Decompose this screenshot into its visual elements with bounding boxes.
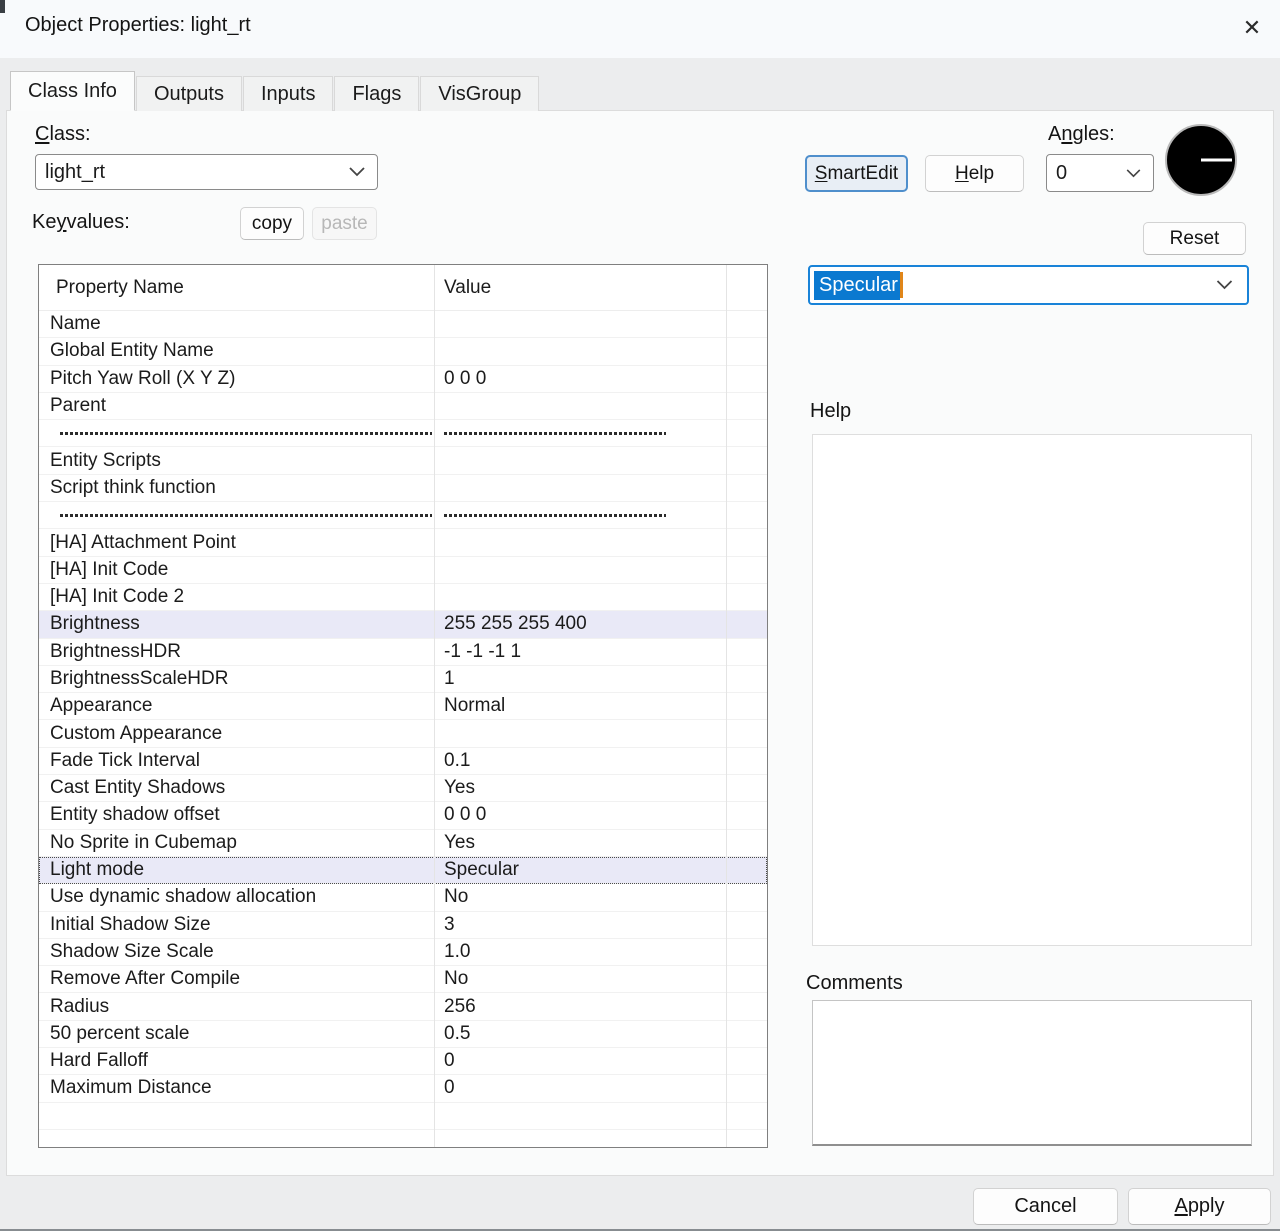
property-table-header: Property Name Value: [39, 265, 767, 311]
property-row[interactable]: [HA] Init Code 2: [39, 584, 767, 611]
property-row[interactable]: Fade Tick Interval0.1: [39, 748, 767, 775]
property-row[interactable]: Remove After CompileNo: [39, 966, 767, 993]
tab-class-info[interactable]: Class Info: [10, 71, 135, 111]
tab-flags[interactable]: Flags: [334, 76, 419, 111]
property-row[interactable]: [HA] Init Code: [39, 557, 767, 584]
tab-inputs[interactable]: Inputs: [243, 76, 333, 111]
paste-button: paste: [312, 207, 377, 240]
property-row[interactable]: AppearanceNormal: [39, 693, 767, 720]
property-row[interactable]: Custom Appearance: [39, 720, 767, 747]
help-content-box: [812, 434, 1252, 946]
chevron-down-icon: [1126, 169, 1141, 178]
property-row[interactable]: Entity Scripts: [39, 447, 767, 474]
empty-row: [39, 1130, 767, 1148]
property-row[interactable]: BrightnessHDR-1 -1 -1 1: [39, 639, 767, 666]
empty-row: [39, 1103, 767, 1130]
angles-dropdown[interactable]: 0: [1046, 154, 1154, 192]
smartedit-button[interactable]: SmartEdit: [805, 155, 908, 192]
property-row[interactable]: Radius256: [39, 993, 767, 1020]
column-divider: [726, 265, 727, 1147]
property-row[interactable]: Pitch Yaw Roll (X Y Z)0 0 0: [39, 366, 767, 393]
property-row[interactable]: BrightnessScaleHDR1: [39, 666, 767, 693]
property-row[interactable]: Maximum Distance0: [39, 1075, 767, 1102]
column-divider: [434, 265, 435, 1147]
tab-visgroup[interactable]: VisGroup: [420, 76, 539, 111]
angles-dropdown-value: 0: [1056, 162, 1067, 185]
class-dropdown[interactable]: light_rt: [35, 154, 378, 190]
property-table: Property Name Value NameGlobal Entity Na…: [38, 264, 768, 1148]
class-dropdown-value: light_rt: [45, 161, 105, 184]
angles-label: Angles:: [1048, 123, 1115, 146]
reset-button[interactable]: Reset: [1143, 222, 1246, 255]
screen-corner-artifact: [0, 0, 5, 13]
property-row[interactable]: Brightness255 255 255 400: [39, 611, 767, 638]
chevron-down-icon: [1216, 280, 1233, 290]
tab-bar: Class InfoOutputsInputsFlagsVisGroup: [10, 71, 540, 111]
value-column-header: Value: [434, 277, 767, 299]
property-row[interactable]: Name: [39, 311, 767, 338]
property-row[interactable]: Cast Entity ShadowsYes: [39, 775, 767, 802]
cancel-button[interactable]: Cancel: [973, 1188, 1118, 1225]
property-row[interactable]: Use dynamic shadow allocationNo: [39, 884, 767, 911]
property-row[interactable]: Light modeSpecular: [39, 857, 767, 884]
property-row[interactable]: 50 percent scale0.5: [39, 1021, 767, 1048]
property-name-column-header: Property Name: [39, 277, 434, 299]
title-bar: Object Properties: light_rt ✕: [0, 0, 1280, 58]
keyvalue-dropdown-selected-text: Specular: [814, 271, 900, 300]
property-row[interactable]: Entity shadow offset0 0 0: [39, 802, 767, 829]
close-icon[interactable]: ✕: [1234, 11, 1270, 45]
property-row[interactable]: Initial Shadow Size3: [39, 912, 767, 939]
chevron-down-icon: [349, 167, 365, 177]
window-title: Object Properties: light_rt: [25, 14, 251, 37]
apply-button[interactable]: Apply: [1128, 1188, 1271, 1225]
copy-button[interactable]: copy: [240, 207, 304, 240]
text-caret: [900, 272, 903, 298]
property-separator-row: [39, 420, 767, 447]
property-row[interactable]: Parent: [39, 393, 767, 420]
angle-dial-needle: [1201, 159, 1232, 162]
help-button[interactable]: Help: [925, 155, 1024, 192]
property-row[interactable]: [HA] Attachment Point: [39, 529, 767, 556]
comments-input[interactable]: [812, 1000, 1252, 1146]
property-row[interactable]: Shadow Size Scale1.0: [39, 939, 767, 966]
property-row[interactable]: Script think function: [39, 475, 767, 502]
angle-dial[interactable]: [1165, 124, 1237, 196]
property-row[interactable]: Hard Falloff0: [39, 1048, 767, 1075]
property-separator-row: [39, 502, 767, 529]
comments-label: Comments: [806, 972, 903, 995]
property-row[interactable]: Global Entity Name: [39, 338, 767, 365]
property-row[interactable]: No Sprite in CubemapYes: [39, 830, 767, 857]
tab-outputs[interactable]: Outputs: [136, 76, 242, 111]
class-label: Class:: [35, 123, 91, 146]
property-table-body: NameGlobal Entity NamePitch Yaw Roll (X …: [39, 311, 767, 1148]
help-section-label: Help: [810, 400, 851, 423]
keyvalue-dropdown[interactable]: Specular: [808, 265, 1249, 305]
keyvalues-label: Keyvalues:: [32, 211, 130, 234]
